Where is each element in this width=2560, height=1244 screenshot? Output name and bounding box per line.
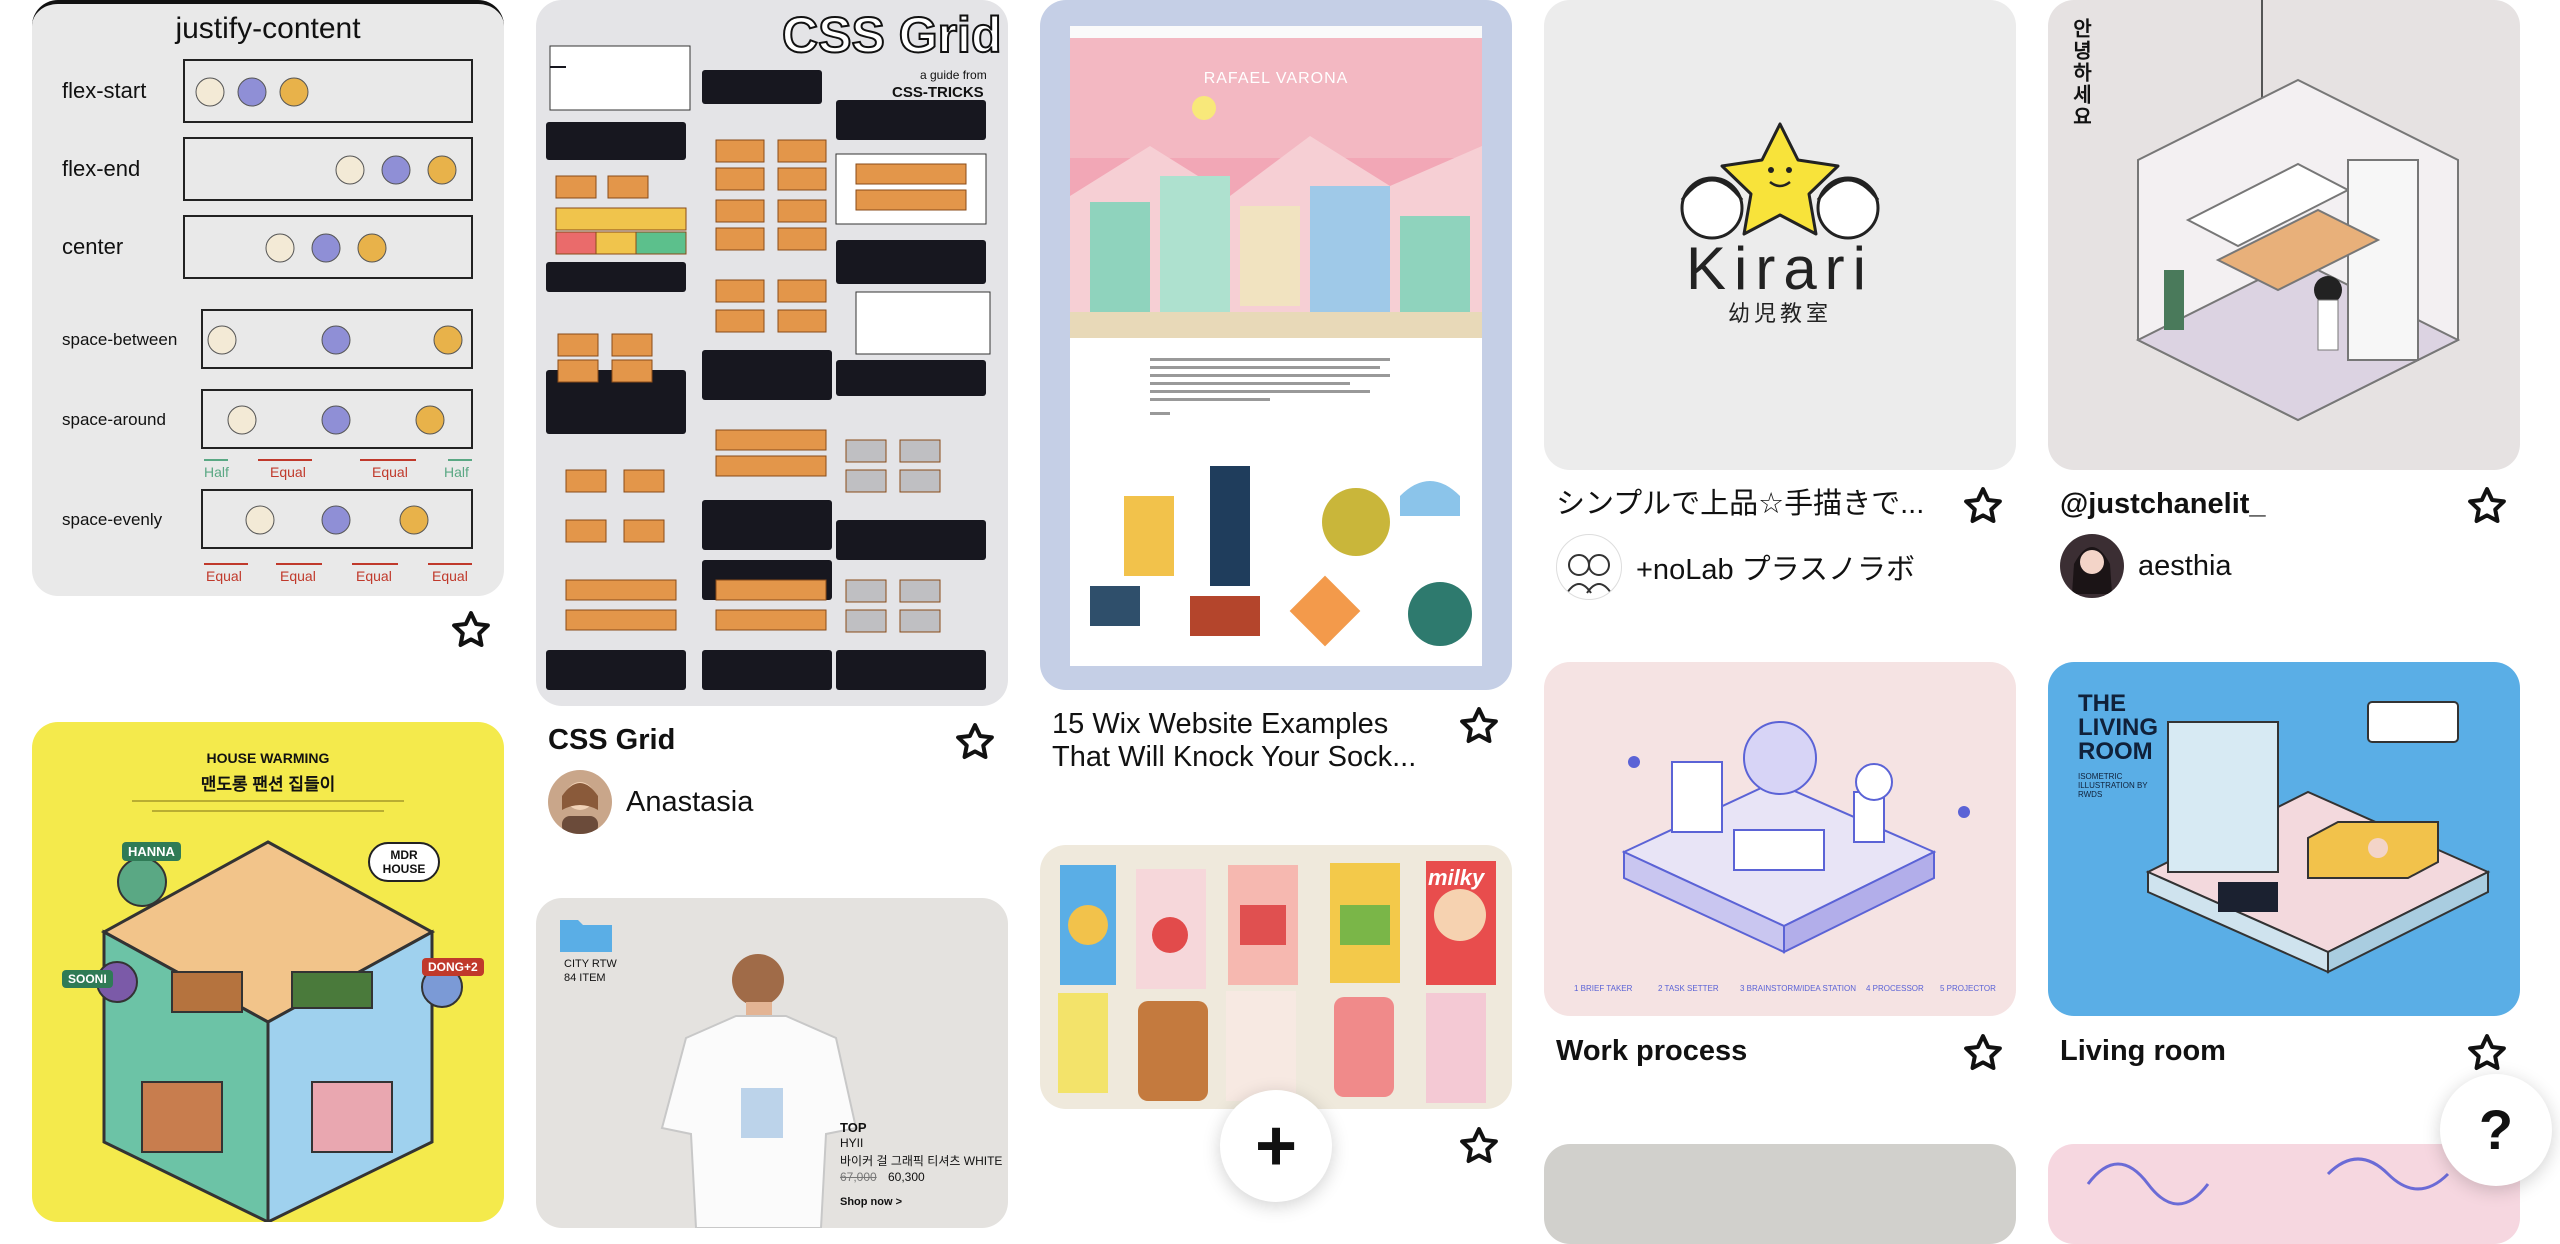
add-pin-button[interactable]: + (1220, 1090, 1332, 1202)
tag-label: HANNA (122, 842, 181, 861)
pin-title-line-2[interactable]: That Will Knock Your Sock... (1052, 740, 1416, 774)
tag-label: MDR HOUSE (368, 842, 440, 882)
row-label: space-around (62, 410, 166, 429)
process-step: 4 PROCESSOR (1866, 984, 1924, 993)
process-step: 3 BRAINSTORM/IDEA STATION (1740, 984, 1857, 993)
product-name: 바이커 걸 그래픽 티셔츠 WHITE (840, 1154, 1003, 1168)
shop-link[interactable]: Shop now > (840, 1196, 902, 1208)
save-star-icon[interactable] (2465, 1031, 2509, 1075)
wix-hero-illustration (1070, 38, 1482, 647)
category: TOP (840, 1120, 867, 1135)
author-avatar (2060, 534, 2124, 598)
pin-partial-grey[interactable] (1544, 1144, 2016, 1244)
pin-title[interactable]: @justchanelit_ (2060, 487, 2266, 521)
isometric-workflow-illustration (1621, 721, 1970, 954)
half-label: Half (204, 464, 229, 480)
model-tshirt-illustration (660, 954, 858, 1228)
living-room-illustration (2145, 701, 2491, 974)
tag-label: DONG+2 (422, 958, 484, 976)
save-star-icon[interactable] (1457, 1124, 1501, 1168)
process-step: 1 BRIEF TAKER (1574, 984, 1633, 993)
save-star-icon[interactable] (1457, 704, 1501, 748)
author-name: +noLab プラスノラボ (1636, 554, 1916, 586)
equal-label: Equal (356, 568, 392, 584)
kitchen-illustration (2135, 0, 2461, 422)
row-label: space-evenly (62, 510, 163, 529)
process-step: 2 TASK SETTER (1658, 984, 1719, 993)
drink-label: milky (1428, 865, 1485, 890)
pin-isometric-kitchen[interactable]: 안녕하세요 (2048, 0, 2520, 470)
plus-icon: + (1254, 1106, 1298, 1186)
pin-title[interactable]: Work process (1556, 1034, 1747, 1068)
css-grid-diagram (546, 45, 991, 690)
row-label: flex-end (62, 156, 141, 181)
row-label: center (62, 234, 124, 259)
pin-korean-drinks[interactable]: milky (1040, 845, 1512, 1109)
save-star-icon[interactable] (1961, 484, 2005, 528)
old-price: 67,000 (840, 1170, 877, 1184)
pin-living-room[interactable]: THE LIVING ROOM ISOMETRIC ILLUSTRATION B… (2048, 662, 2520, 1016)
author-avatar (1556, 534, 1622, 600)
equal-label: Equal (270, 464, 306, 480)
save-star-icon[interactable] (953, 720, 997, 764)
pin-house-warming[interactable]: HOUSE WARMING 맨도롱 팬션 집들이 HANNA MDR HOUSE… (32, 722, 504, 1222)
pin-fashion[interactable]: CITY RTW 84 ITEM TOP HYII 바이커 걸 그래픽 티셔츠 … (536, 898, 1008, 1228)
pin-title[interactable]: Living room (2060, 1034, 2226, 1068)
equal-label: Equal (206, 568, 242, 584)
process-step: 5 PROJECTOR (1940, 984, 1996, 993)
pin-title-line-1[interactable]: 15 Wix Website Examples (1052, 707, 1388, 741)
price: 60,300 (888, 1170, 925, 1184)
equal-label: Equal (280, 568, 316, 584)
pin-author[interactable]: Anastasia (548, 770, 753, 834)
pin-author[interactable]: +noLab プラスノラボ (1556, 534, 1915, 600)
author-avatar (548, 770, 612, 834)
pin-wix-website[interactable]: RAFAEL VARONA (1040, 0, 1512, 690)
pin-work-process[interactable]: 1 BRIEF TAKER 2 TASK SETTER 3 BRAINSTORM… (1544, 662, 2016, 1016)
equal-label: Equal (372, 464, 408, 480)
site-name: RAFAEL VARONA (1203, 70, 1349, 87)
pin-kirari[interactable]: Kirari 幼児教室 (1544, 0, 2016, 470)
save-star-icon[interactable] (2465, 484, 2509, 528)
pin-justify-content[interactable]: justify-content flex-start flex-end cent… (32, 0, 504, 596)
row-label: space-between (62, 330, 178, 349)
half-label: Half (444, 464, 469, 480)
brand: HYII (840, 1136, 864, 1150)
kirari-logo: Kirari (1685, 235, 1874, 302)
pin-author[interactable]: aesthia (2060, 534, 2232, 598)
pin-title[interactable]: シンプルで上品☆手描きで... (1556, 487, 1924, 521)
help-icon: ? (2478, 1098, 2514, 1161)
save-star-icon[interactable] (449, 608, 493, 652)
kirari-logo-sub: 幼児教室 (1727, 301, 1832, 326)
pin-css-grid[interactable]: CSS Grid a guide from CSS-TRICKS (536, 0, 1008, 706)
tag-label: SOONI (62, 970, 113, 988)
save-star-icon[interactable] (1961, 1031, 2005, 1075)
equal-label: Equal (432, 568, 468, 584)
author-name: Anastasia (626, 785, 754, 818)
row-label: flex-start (62, 78, 147, 103)
pin-title[interactable]: CSS Grid (548, 723, 675, 757)
help-button[interactable]: ? (2440, 1074, 2552, 1186)
author-name: aesthia (2138, 549, 2232, 582)
